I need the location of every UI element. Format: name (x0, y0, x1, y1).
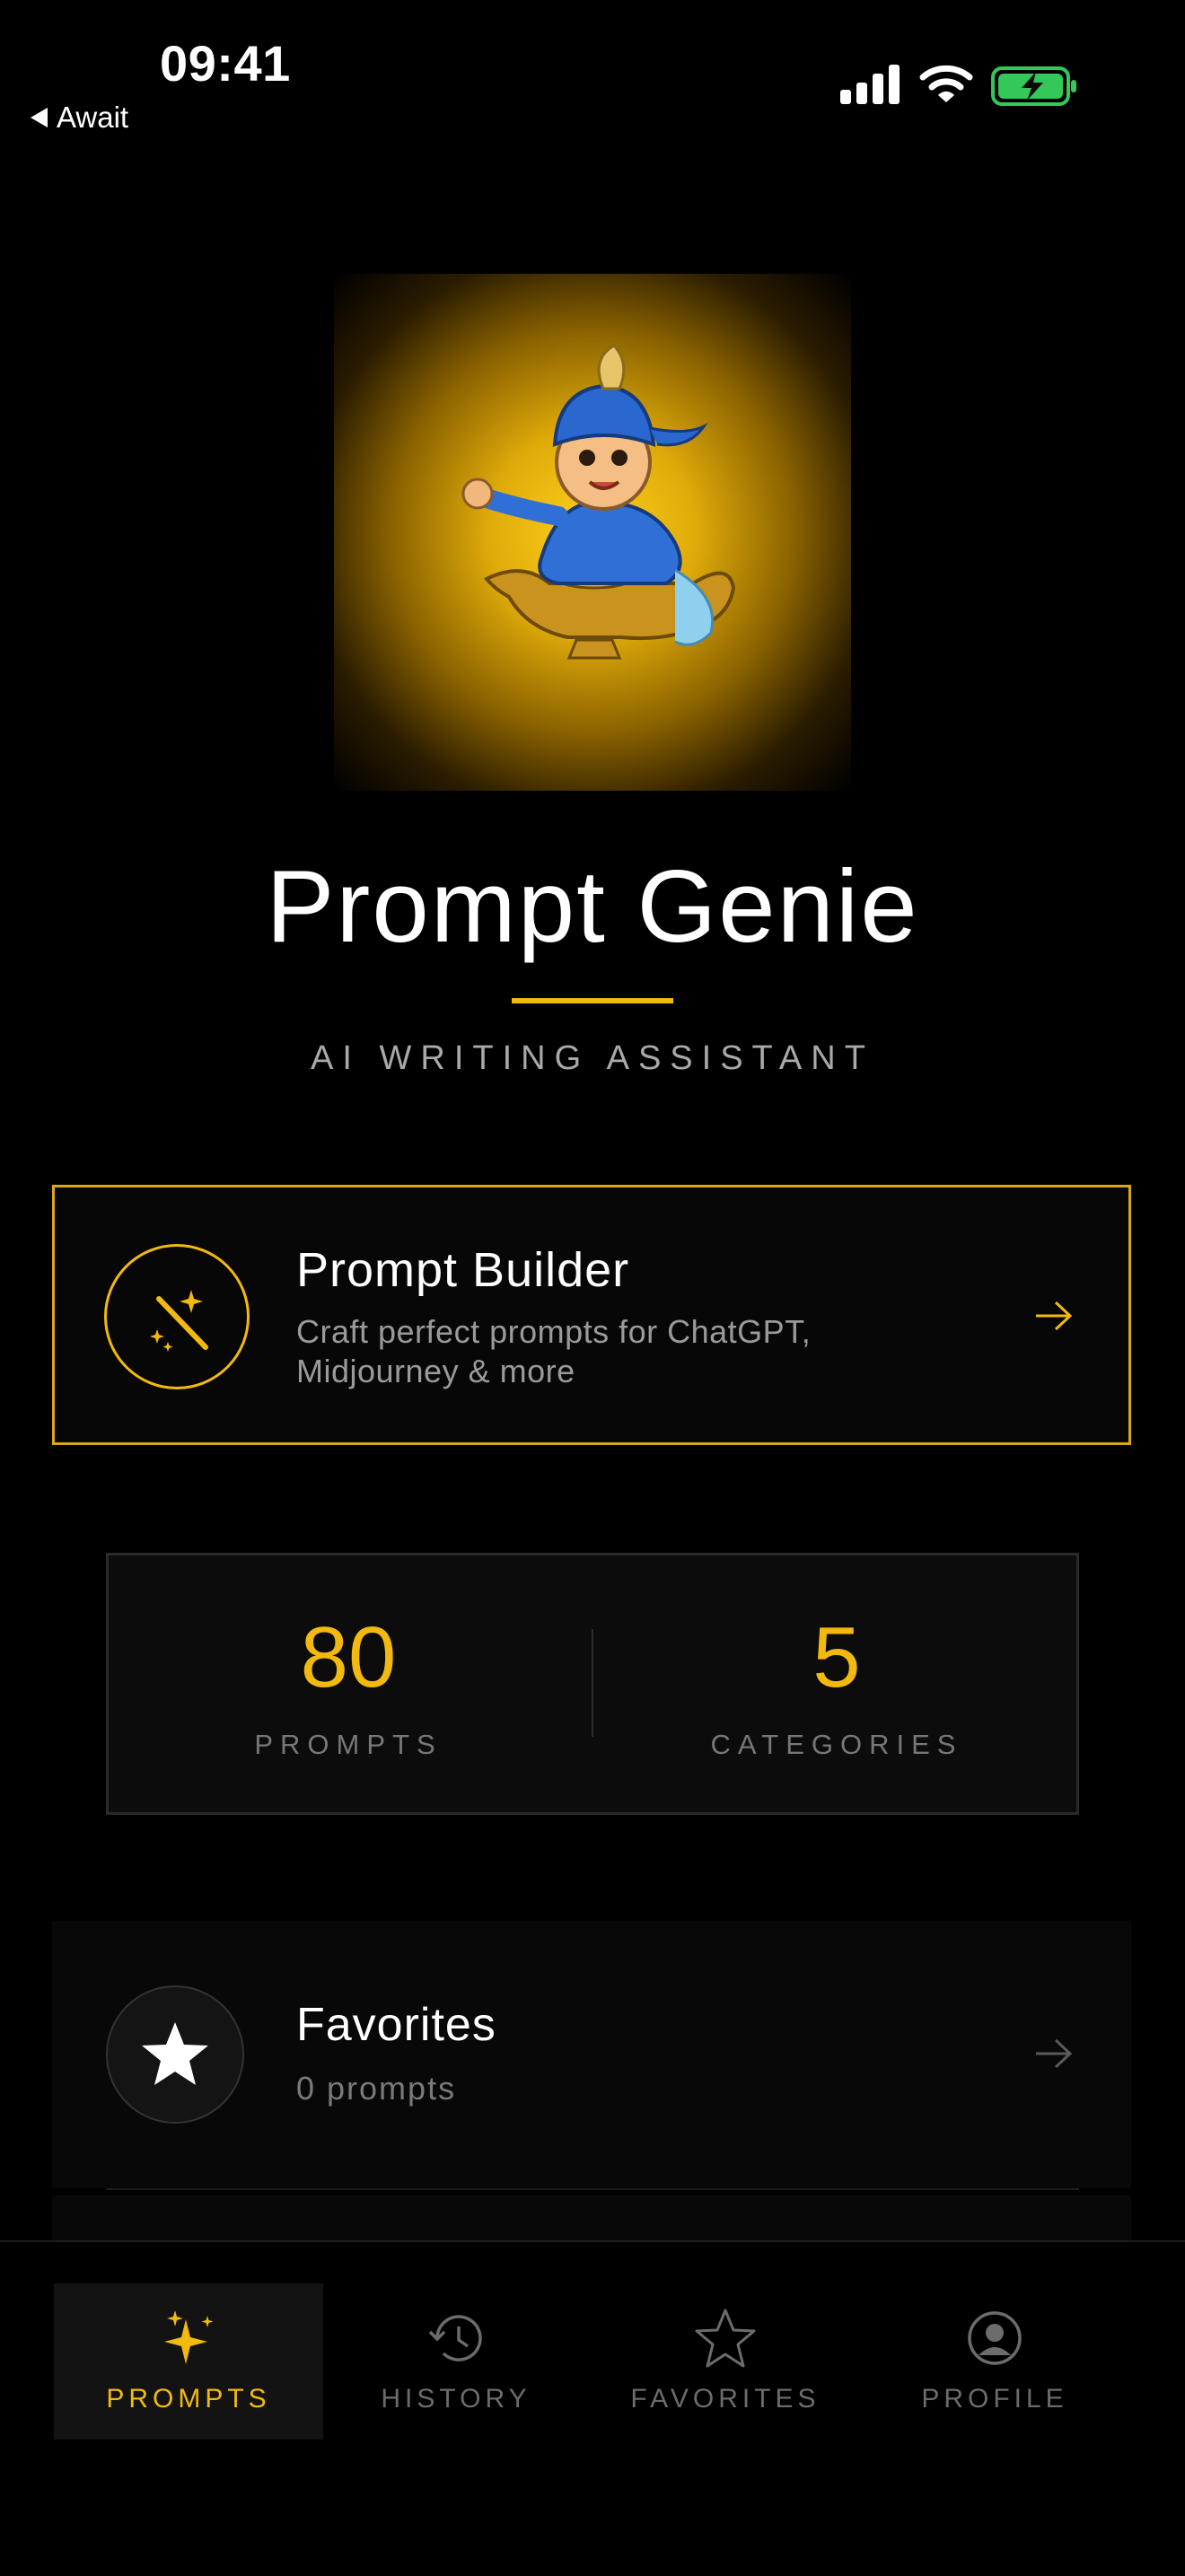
tab-prompts[interactable]: PROMPTS (54, 2283, 323, 2440)
history-icon (428, 2315, 482, 2361)
back-app-label: Await (57, 101, 129, 134)
tab-favorites-label: FAVORITES (630, 2384, 821, 2414)
favorites-title: Favorites (296, 1999, 496, 2051)
star-icon (106, 1985, 244, 2124)
tab-profile-label: PROFILE (921, 2384, 1068, 2414)
prompt-builder-title: Prompt Builder (296, 1243, 630, 1297)
list-divider (106, 2188, 1079, 2190)
back-triangle-icon (31, 108, 48, 127)
arrow-right-icon (1036, 2038, 1073, 2069)
app-title: Prompt Genie (266, 850, 919, 964)
tab-history-label: HISTORY (381, 2384, 531, 2414)
hero-genie-image (334, 274, 851, 791)
wifi-icon (919, 65, 973, 102)
tab-favorites[interactable]: FAVORITES (591, 2283, 860, 2440)
tab-history[interactable]: HISTORY (321, 2283, 591, 2440)
tab-prompts-label: PROMPTS (106, 2384, 271, 2414)
magic-wand-icon (104, 1244, 250, 1389)
genie-illustration-icon (461, 344, 736, 660)
star-outline-icon (695, 2309, 756, 2368)
app-subtitle: AI WRITING ASSISTANT (311, 1039, 874, 1077)
favorites-count: 0 prompts (296, 2070, 457, 2107)
status-time: 09:41 (160, 35, 291, 92)
categories-count-label: CATEGORIES (710, 1729, 963, 1760)
prompts-count: 80 (300, 1609, 397, 1705)
next-list-card[interactable] (52, 2195, 1131, 2240)
prompts-count-label: PROMPTS (254, 1729, 443, 1760)
tab-profile[interactable]: PROFILE (860, 2283, 1129, 2440)
stats-divider (592, 1629, 593, 1737)
back-to-app-button[interactable]: Await (31, 101, 128, 135)
profile-icon (968, 2311, 1022, 2365)
title-accent-divider (512, 998, 673, 1003)
arrow-right-icon (1036, 1301, 1073, 1331)
sparkles-icon (164, 2310, 214, 2364)
categories-count: 5 (812, 1609, 861, 1705)
battery-charging-icon (991, 66, 1076, 106)
prompt-builder-description: Craft perfect prompts for ChatGPT, Midjo… (296, 1313, 812, 1389)
cellular-signal-icon (840, 65, 900, 104)
